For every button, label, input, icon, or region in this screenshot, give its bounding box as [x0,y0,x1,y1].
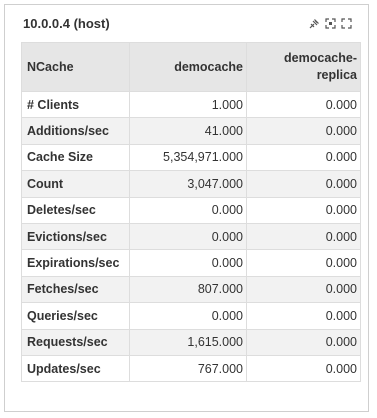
democache-value: 41.000 [129,117,247,145]
row-label: # Clients [21,90,130,119]
expand-icon[interactable] [325,18,336,29]
table-row: Expirations/sec 0.000 0.000 [21,249,361,277]
host-stats-panel: 10.0.0.4 (host) NCache democache democac… [4,4,369,412]
table-header-row: NCache democache democache- replica [21,42,361,92]
header-democache-replica: democache- replica [246,42,361,92]
row-label: Queries/sec [21,302,130,330]
row-label: Deletes/sec [21,196,130,224]
democache-replica-value: 0.000 [246,196,361,224]
democache-replica-value: 0.000 [246,222,361,251]
democache-value: 0.000 [129,249,247,277]
row-label: Evictions/sec [21,222,130,251]
democache-replica-value: 0.000 [246,170,361,198]
democache-replica-value: 0.000 [246,90,361,119]
democache-value: 0.000 [129,196,247,224]
stats-table: NCache democache democache- replica # Cl… [21,42,361,383]
democache-value: 0.000 [129,222,247,251]
democache-value: 767.000 [129,354,247,383]
row-label: Updates/sec [21,354,130,383]
democache-value: 1.000 [129,90,247,119]
table-row: Deletes/sec 0.000 0.000 [21,196,361,224]
row-label: Requests/sec [21,328,130,356]
table-row: Fetches/sec 807.000 0.000 [21,275,361,304]
table-row: Evictions/sec 0.000 0.000 [21,222,361,251]
table-row: Cache Size 5,354,971.000 0.000 [21,143,361,172]
democache-replica-value: 0.000 [246,328,361,356]
table-row: Updates/sec 767.000 0.000 [21,354,361,383]
democache-value: 3,047.000 [129,170,247,198]
pin-icon[interactable] [309,18,320,29]
row-label: Count [21,170,130,198]
democache-value: 807.000 [129,275,247,304]
panel-title: 10.0.0.4 (host) [23,16,110,31]
table-row: Requests/sec 1,615.000 0.000 [21,328,361,356]
row-label: Cache Size [21,143,130,172]
democache-replica-value: 0.000 [246,354,361,383]
header-ncache: NCache [21,42,130,92]
panel-toolbar [309,18,352,29]
democache-replica-value: 0.000 [246,302,361,330]
democache-replica-value: 0.000 [246,275,361,304]
democache-replica-value: 0.000 [246,143,361,172]
fullscreen-icon[interactable] [341,18,352,29]
democache-value: 0.000 [129,302,247,330]
democache-value: 1,615.000 [129,328,247,356]
table-row: Additions/sec 41.000 0.000 [21,117,361,145]
row-label: Expirations/sec [21,249,130,277]
table-row: Queries/sec 0.000 0.000 [21,302,361,330]
table-row: # Clients 1.000 0.000 [21,90,361,119]
table-row: Count 3,047.000 0.000 [21,170,361,198]
row-label: Fetches/sec [21,275,130,304]
democache-replica-value: 0.000 [246,117,361,145]
header-democache: democache [129,42,247,92]
democache-value: 5,354,971.000 [129,143,247,172]
row-label: Additions/sec [21,117,130,145]
democache-replica-value: 0.000 [246,249,361,277]
